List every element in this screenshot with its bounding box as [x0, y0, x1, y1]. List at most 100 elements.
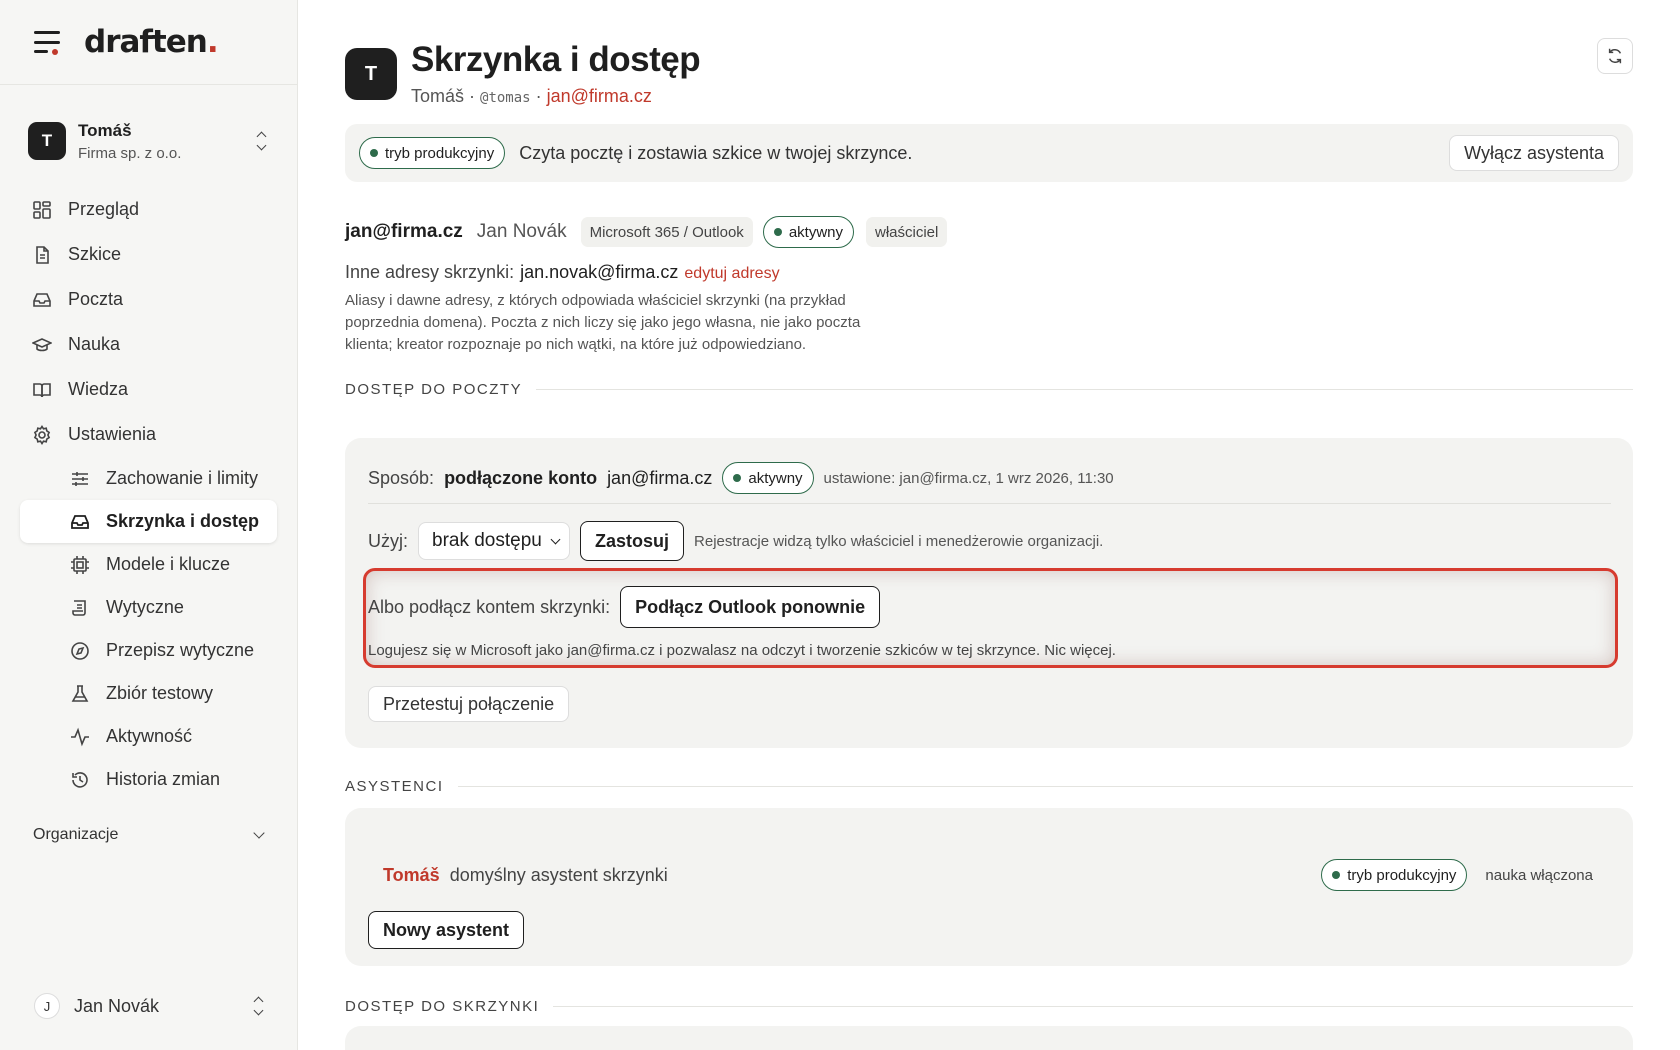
apply-note: Rejestracje widzą tylko właściciel i men…	[694, 532, 1104, 550]
method-row: Sposób: podłączone konto jan@firma.cz ak…	[368, 460, 1611, 496]
activity-icon	[70, 727, 90, 747]
account-org: Firma sp. z o.o.	[78, 144, 182, 162]
document-icon	[32, 245, 52, 265]
history-icon	[70, 770, 90, 790]
organizations-toggle[interactable]: Organizacje	[0, 815, 297, 855]
test-connection-button[interactable]: Przetestuj połączenie	[368, 686, 570, 722]
chevron-down-icon	[550, 534, 561, 544]
graduation-cap-icon	[32, 335, 52, 355]
new-assistant-button[interactable]: Nowy asystent	[368, 911, 525, 949]
disable-assistant-button[interactable]: Wyłącz asystenta	[1449, 135, 1619, 171]
section-mailbox-access: DOSTĘP DO SKRZYNKI	[345, 998, 1633, 1015]
sidebar-item-ustawienia[interactable]: Ustawienia	[20, 412, 277, 457]
account-switcher[interactable]: T Tomáš Firma sp. z o.o.	[0, 95, 297, 187]
sidebar-item-poczta[interactable]: Poczta	[20, 277, 277, 322]
page-header: T Skrzynka i dostęp Tomáš · @tomas · jan…	[345, 40, 701, 107]
sidebar-item-zachowanie[interactable]: Zachowanie i limity	[20, 457, 277, 500]
sidebar-nav: Przegląd Szkice Poczta Nauka Wiedza Usta…	[0, 187, 297, 801]
assistant-learning-note: nauka włączona	[1485, 866, 1593, 884]
sidebar-item-szkice[interactable]: Szkice	[20, 232, 277, 277]
owner-status-pill: aktywny	[762, 216, 854, 248]
edit-aliases-link[interactable]: edytuj adresy	[684, 265, 779, 282]
menu-icon[interactable]	[34, 31, 60, 55]
mail-access-card: Sposób: podłączone konto jan@firma.cz ak…	[345, 438, 1633, 748]
inbox-icon	[70, 512, 90, 532]
sidebar-item-nauka[interactable]: Nauka	[20, 322, 277, 367]
status-dot	[1332, 871, 1341, 879]
user-handle: @tomas	[480, 90, 531, 106]
method-status-pill: aktywny	[722, 462, 814, 494]
grid-icon	[32, 200, 52, 220]
connect-row: Albo podłącz kontem skrzynki: Podłącz Ou…	[368, 586, 881, 628]
access-select[interactable]: brak dostępu	[418, 522, 570, 560]
use-row: Użyj: brak dostępu Zastosuj Rejestracje …	[368, 520, 1103, 562]
sidebar-item-historia[interactable]: Historia zmian	[20, 758, 277, 801]
status-dot	[733, 474, 742, 482]
reconnect-outlook-button[interactable]: Podłącz Outlook ponownie	[620, 586, 881, 628]
method-value: podłączone konto	[444, 467, 598, 488]
banner-text: Czyta pocztę i zostawia szkice w twojej …	[519, 142, 913, 163]
brand-header: draften.	[0, 0, 297, 85]
chevron-updown-icon	[255, 130, 269, 152]
connect-note: Logujesz się w Microsoft jako jan@firma.…	[368, 642, 1116, 659]
assistant-desc: domyślny asystent skrzynki	[449, 864, 668, 885]
assistant-row[interactable]: Tomáš domyślny asystent skrzynki tryb pr…	[383, 858, 1593, 892]
book-icon	[32, 380, 52, 400]
sidebar-item-skrzynka[interactable]: Skrzynka i dostęp	[20, 500, 277, 543]
section-divider	[553, 1006, 1633, 1007]
page-title: Skrzynka i dostęp	[411, 40, 701, 79]
sidebar-item-wytyczne[interactable]: Wytyczne	[20, 586, 277, 629]
status-dot	[773, 228, 782, 236]
aliases-description: Aliasy i dawne adresy, z których odpowia…	[345, 292, 861, 353]
sidebar-item-zbior[interactable]: Zbiór testowy	[20, 672, 277, 715]
user-menu[interactable]: J Jan Novák	[0, 982, 298, 1030]
refresh-icon	[1608, 48, 1622, 64]
user-avatar: J	[34, 993, 60, 1019]
role-tag: właściciel	[866, 217, 948, 247]
card-divider	[368, 503, 1611, 504]
section-divider	[536, 389, 1633, 390]
sidebar-item-wiedza[interactable]: Wiedza	[20, 367, 277, 412]
sidebar-item-modele[interactable]: Modele i klucze	[20, 543, 277, 586]
chevron-updown-icon	[252, 995, 266, 1017]
alias-value: jan.novak@firma.cz	[520, 262, 679, 282]
provider-tag: Microsoft 365 / Outlook	[580, 217, 753, 247]
section-divider	[457, 786, 1633, 787]
owner-name: Jan Novák	[476, 221, 567, 242]
mode-status-pill: tryb produkcyjny	[359, 137, 506, 169]
section-assistants: ASYSTENCI	[345, 778, 1633, 795]
assistant-status-pill: tryb produkcyjny	[1321, 859, 1468, 891]
user-name: Jan Novák	[74, 995, 160, 1016]
scroll-icon	[70, 598, 90, 618]
aliases-row: Inne adresy skrzynki: jan.novak@firma.cz e…	[345, 262, 780, 282]
sidebar-item-przeglad[interactable]: Przegląd	[20, 187, 277, 232]
sidebar: draften. T Tomáš Firma sp. z o.o. Przegl…	[0, 0, 298, 1050]
mode-banner: tryb produkcyjny Czyta pocztę i zostawia…	[345, 124, 1633, 182]
sidebar-item-aktywnosc[interactable]: Aktywność	[20, 715, 277, 758]
apply-button[interactable]: Zastosuj	[580, 521, 685, 561]
account-name: Tomáš	[78, 120, 132, 140]
account-avatar: T	[28, 122, 66, 160]
status-dot	[370, 149, 378, 157]
logo[interactable]: draften.	[84, 24, 219, 60]
chip-icon	[70, 555, 90, 575]
section-mail-access: DOSTĘP DO POCZTY	[345, 381, 1633, 398]
inbox-icon	[32, 290, 52, 310]
compass-icon	[70, 641, 90, 661]
method-meta: ustawione: jan@firma.cz, 1 wrz 2026, 11:…	[823, 469, 1114, 487]
gear-icon	[32, 424, 52, 445]
assistant-name[interactable]: Tomáš	[383, 865, 440, 886]
owner-email: jan@firma.cz	[345, 221, 463, 242]
sidebar-item-przepisz[interactable]: Przepisz wytyczne	[20, 629, 277, 672]
sliders-icon	[70, 469, 90, 489]
mailbox-access-card	[345, 1026, 1633, 1050]
chevron-down-icon	[253, 827, 265, 839]
page-subtitle: Tomáš · @tomas · jan@firma.cz	[411, 86, 652, 106]
mailbox-owner-row: jan@firma.cz Jan Novák Microsoft 365 / O…	[345, 216, 948, 248]
assistants-card: Tomáš domyślny asystent skrzynki tryb pr…	[345, 808, 1633, 966]
page-avatar: T	[345, 48, 397, 100]
page-email-link[interactable]: jan@firma.cz	[547, 86, 652, 106]
refresh-button[interactable]	[1597, 38, 1633, 74]
method-account: jan@firma.cz	[607, 467, 713, 488]
flask-icon	[70, 684, 90, 704]
